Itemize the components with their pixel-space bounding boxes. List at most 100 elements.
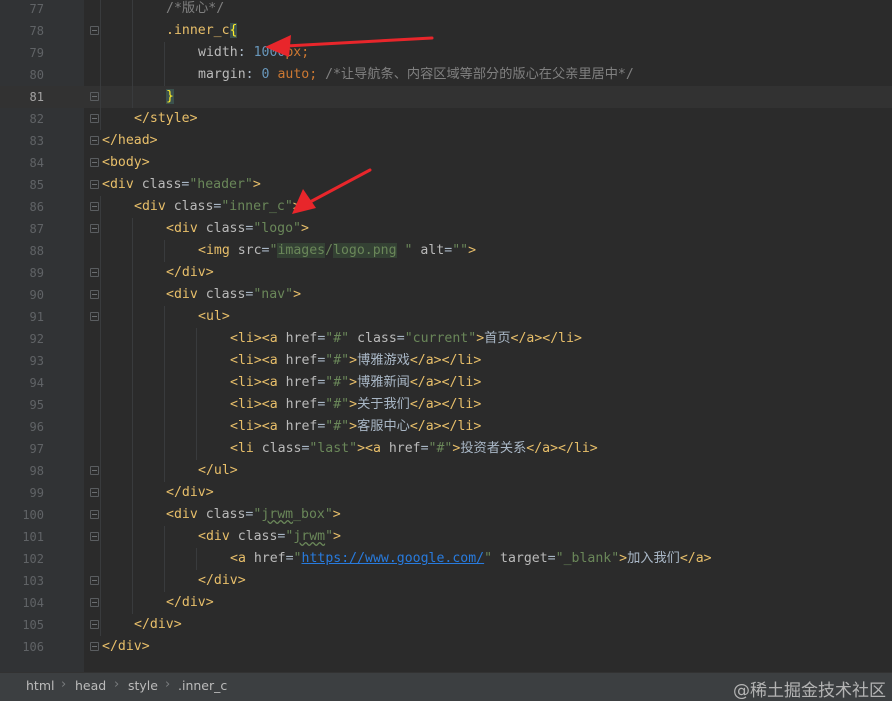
code-line[interactable]: 84 <body> [0, 152, 892, 174]
code-text[interactable]: <div class="jrwm_box"> [166, 504, 341, 526]
code-line[interactable]: 95 <li><a href="#">关于我们</a></li> [0, 394, 892, 416]
code-line[interactable]: 83 </head> [0, 130, 892, 152]
code-text[interactable]: <li><a href="#">博雅游戏</a></li> [230, 350, 481, 372]
code-text[interactable]: } [166, 86, 174, 108]
breadcrumb-item-html[interactable]: html [26, 678, 54, 693]
code-line[interactable]: 86 <div class="inner_c"> [0, 196, 892, 218]
breadcrumb-item-style[interactable]: style [128, 678, 158, 693]
code-text[interactable]: <img src="images/logo.png " alt=""> [198, 240, 476, 262]
code-text[interactable]: <li><a href="#">关于我们</a></li> [230, 394, 481, 416]
code-token: <li><a [230, 397, 286, 412]
code-line[interactable]: 103 </div> [0, 570, 892, 592]
code-token: > [333, 529, 341, 544]
code-line[interactable]: 78 .inner_c{ [0, 20, 892, 42]
code-line[interactable]: 101 <div class="jrwm"> [0, 526, 892, 548]
code-line[interactable]: 91 <ul> [0, 306, 892, 328]
code-token: 关于我们 [357, 397, 410, 412]
fold-icon[interactable] [90, 290, 99, 299]
fold-icon[interactable] [90, 620, 99, 629]
code-text[interactable]: </div> [166, 592, 214, 614]
indent-guide [100, 20, 101, 42]
fold-icon[interactable] [90, 312, 99, 321]
code-line[interactable]: 99 </div> [0, 482, 892, 504]
fold-icon[interactable] [90, 510, 99, 519]
code-line[interactable]: 100 <div class="jrwm_box"> [0, 504, 892, 526]
code-line[interactable]: 89 </div> [0, 262, 892, 284]
breadcrumb-item-head[interactable]: head [75, 678, 106, 693]
fold-icon[interactable] [90, 26, 99, 35]
code-token: <div [166, 287, 206, 302]
code-line[interactable]: 79 width: 1000px; [0, 42, 892, 64]
code-line[interactable]: 94 <li><a href="#">博雅新闻</a></li> [0, 372, 892, 394]
code-text[interactable]: <a href="https://www.google.com/" target… [230, 548, 712, 570]
code-text[interactable]: margin: 0 auto; /*让导航条、内容区域等部分的版心在父亲里居中*… [198, 64, 634, 86]
code-text[interactable]: </style> [134, 108, 198, 130]
code-token: href [285, 375, 318, 390]
fold-icon[interactable] [90, 268, 99, 277]
fold-icon[interactable] [90, 180, 99, 189]
code-line[interactable]: 90 <div class="nav"> [0, 284, 892, 306]
code-editor[interactable]: 77/*版心*/78 .inner_c{79 width: 1000px; 80 mar… [0, 0, 892, 672]
code-text[interactable]: </div> [198, 570, 246, 592]
code-line[interactable]: 97 <li class="last"><a href="#">投资者关系</a>… [0, 438, 892, 460]
code-line[interactable]: 88 <img src="images/logo.png " alt=""> [0, 240, 892, 262]
code-line[interactable]: 98 </ul> [0, 460, 892, 482]
indent-guide [100, 0, 101, 20]
code-token: </a> [679, 551, 712, 566]
line-number: 81 [29, 90, 44, 104]
code-line[interactable]: 80 margin: 0 auto; /*让导航条、内容区域等部分的版心在父亲里居… [0, 64, 892, 86]
code-text[interactable]: </div> [166, 262, 214, 284]
code-text[interactable]: </div> [166, 482, 214, 504]
code-text[interactable]: </ul> [198, 460, 238, 482]
code-text[interactable]: <div class="logo"> [166, 218, 309, 240]
code-line[interactable]: 104 </div> [0, 592, 892, 614]
code-text[interactable]: <li><a href="#">客服中心</a></li> [230, 416, 481, 438]
code-text[interactable]: .inner_c{ [166, 20, 238, 42]
code-line[interactable]: 92 <li><a href="#" class="current">首页</a>… [0, 328, 892, 350]
code-line[interactable]: 106 </div> [0, 636, 892, 658]
code-text[interactable]: <ul> [198, 306, 230, 328]
fold-icon[interactable] [90, 642, 99, 651]
fold-icon[interactable] [90, 224, 99, 233]
code-line[interactable]: 93 <li><a href="#">博雅游戏</a></li> [0, 350, 892, 372]
code-line[interactable]: 77 /*版心*/ [0, 0, 892, 20]
code-line[interactable]: 87 <div class="logo"> [0, 218, 892, 240]
code-line[interactable]: 82 </style> [0, 108, 892, 130]
code-text[interactable]: </head> [102, 130, 158, 152]
code-text[interactable]: /*版心*/ [166, 0, 224, 20]
code-text[interactable]: <div class="inner_c"> [134, 196, 301, 218]
fold-icon[interactable] [90, 92, 99, 101]
code-token: " [396, 243, 413, 258]
code-text[interactable]: </div> [134, 614, 182, 636]
line-number: 88 [29, 244, 44, 258]
indent-guide [132, 86, 133, 108]
code-line[interactable]: 102 <a href="https://www.google.com/" tar… [0, 548, 892, 570]
code-text[interactable]: <body> [102, 152, 150, 174]
code-text[interactable]: <li><a href="#">博雅新闻</a></li> [230, 372, 481, 394]
fold-icon[interactable] [90, 488, 99, 497]
code-text[interactable]: width: 1000px; [198, 42, 309, 64]
code-line[interactable]: 105 </div> [0, 614, 892, 636]
code-token: 投资者关系 [460, 441, 527, 456]
fold-icon[interactable] [90, 598, 99, 607]
indent-guide [100, 526, 101, 548]
fold-icon[interactable] [90, 202, 99, 211]
fold-icon[interactable] [90, 532, 99, 541]
indent-guide [100, 284, 101, 306]
code-text[interactable]: <li><a href="#" class="current">首页</a></… [230, 328, 582, 350]
code-line[interactable]: 96 <li><a href="#">客服中心</a></li> [0, 416, 892, 438]
fold-icon[interactable] [90, 576, 99, 585]
code-line[interactable]: 81} [0, 86, 892, 108]
fold-icon[interactable] [90, 114, 99, 123]
line-number: 87 [29, 222, 44, 236]
code-text[interactable]: <li class="last"><a href="#">投资者关系</a></… [230, 438, 598, 460]
fold-icon[interactable] [90, 158, 99, 167]
code-line[interactable]: 85 <div class="header"> [0, 174, 892, 196]
code-text[interactable]: <div class="header"> [102, 174, 261, 196]
fold-icon[interactable] [90, 136, 99, 145]
breadcrumb-item-selector[interactable]: .inner_c [178, 678, 227, 693]
code-text[interactable]: </div> [102, 636, 150, 658]
code-text[interactable]: <div class="nav"> [166, 284, 301, 306]
fold-icon[interactable] [90, 466, 99, 475]
code-text[interactable]: <div class="jrwm"> [198, 526, 341, 548]
